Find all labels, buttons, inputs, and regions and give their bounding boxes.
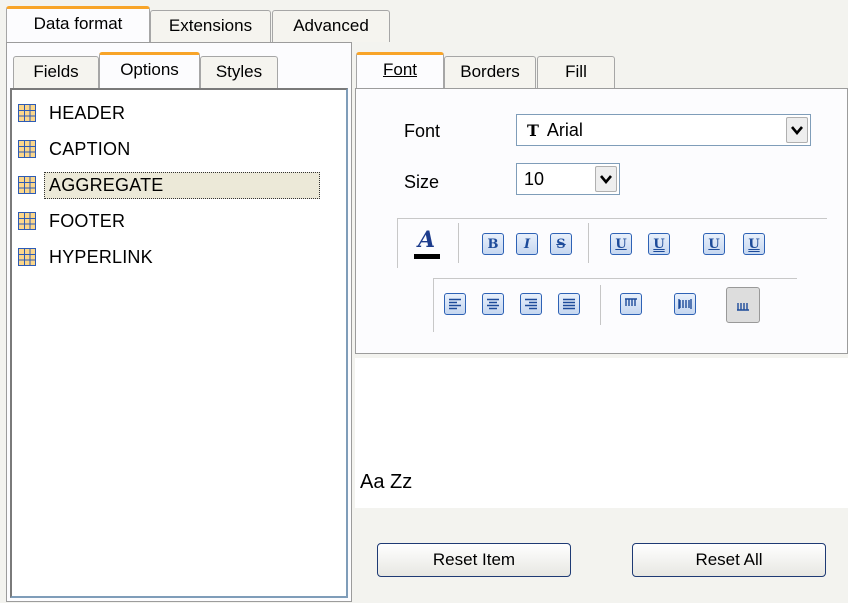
tab-options-label: Options — [120, 60, 179, 79]
align-justify-button[interactable] — [558, 293, 580, 315]
valign-bottom-icon — [737, 303, 749, 311]
style-items-list[interactable]: HEADER CAPTION AGGREGATE FOOTER HYPERLIN… — [10, 88, 348, 598]
table-grid-icon — [18, 212, 36, 230]
chevron-down-icon — [791, 125, 803, 135]
tab-borders[interactable]: Borders — [444, 56, 536, 88]
table-grid-icon — [18, 140, 36, 158]
tab-font-label: Font — [382, 60, 418, 79]
font-style-toolbar: A B I S U U U U — [397, 218, 827, 268]
size-combo[interactable]: 10 — [516, 163, 620, 195]
valign-top-button[interactable] — [620, 293, 642, 315]
reset-all-button[interactable]: Reset All — [632, 543, 826, 577]
underline-double-accounting-button[interactable]: U — [743, 233, 765, 255]
size-combo-value: 10 — [524, 168, 545, 189]
valign-center-button[interactable] — [674, 293, 696, 315]
align-justify-icon — [563, 298, 575, 310]
tab-options[interactable]: Options — [99, 52, 200, 88]
font-color-button[interactable]: A — [408, 227, 446, 263]
table-grid-icon — [18, 176, 36, 194]
list-item-label: CAPTION — [49, 138, 131, 159]
bold-button[interactable]: B — [482, 233, 504, 255]
reset-all-label: Reset All — [695, 550, 763, 569]
align-left-icon — [449, 298, 461, 310]
font-dropdown-button[interactable] — [786, 117, 808, 143]
table-grid-icon — [18, 104, 36, 122]
font-combo[interactable]: 𝐓 Arial — [516, 114, 811, 146]
underline-single-button[interactable]: U — [610, 233, 632, 255]
font-color-icon: A — [418, 227, 436, 253]
reset-item-label: Reset Item — [432, 550, 516, 569]
font-preview-text: Aa Zz — [360, 471, 413, 493]
tab-extensions[interactable]: Extensions — [150, 10, 271, 42]
valign-center-icon — [678, 299, 692, 309]
tab-borders-label: Borders — [460, 62, 520, 81]
tab-data-format-label: Data format — [33, 14, 123, 33]
align-center-icon — [487, 298, 499, 310]
tab-fill-label: Fill — [565, 62, 587, 81]
list-item-selected[interactable]: AGGREGATE — [16, 168, 320, 202]
list-item-label: AGGREGATE — [44, 171, 320, 199]
reset-item-button[interactable]: Reset Item — [377, 543, 571, 577]
underline-double-button[interactable]: U — [648, 233, 670, 255]
tab-styles-label: Styles — [215, 62, 263, 81]
chevron-down-icon — [600, 174, 612, 184]
valign-bottom-button[interactable] — [726, 287, 760, 323]
list-item-label: HEADER — [49, 102, 126, 123]
size-dropdown-button[interactable] — [595, 166, 617, 192]
table-grid-icon — [18, 248, 36, 266]
tab-advanced-label: Advanced — [293, 16, 369, 35]
font-label: Font — [404, 121, 441, 141]
list-item[interactable]: FOOTER — [16, 204, 130, 238]
tab-fields-label: Fields — [33, 62, 79, 81]
list-item[interactable]: HYPERLINK — [16, 240, 158, 274]
align-right-icon — [525, 298, 537, 310]
list-item-label: FOOTER — [49, 210, 126, 231]
tab-font[interactable]: Font — [356, 52, 444, 88]
toolbar-separator — [588, 223, 589, 263]
list-item[interactable]: HEADER — [16, 96, 130, 130]
font-preview-area: Aa Zz — [355, 358, 848, 508]
tab-extensions-label: Extensions — [168, 16, 253, 35]
italic-button[interactable]: I — [516, 233, 538, 255]
align-right-button[interactable] — [520, 293, 542, 315]
align-left-button[interactable] — [444, 293, 466, 315]
size-label: Size — [404, 172, 440, 192]
toolbar-separator — [600, 285, 601, 325]
alignment-toolbar — [433, 278, 797, 332]
list-item-label: HYPERLINK — [49, 246, 153, 267]
strikethrough-button[interactable]: S — [550, 233, 572, 255]
truetype-font-icon: 𝐓 — [527, 120, 539, 140]
tab-fill[interactable]: Fill — [537, 56, 615, 88]
tab-advanced[interactable]: Advanced — [272, 10, 390, 42]
toolbar-separator — [458, 223, 459, 263]
underline-single-accounting-button[interactable]: U — [703, 233, 725, 255]
valign-top-icon — [625, 298, 637, 306]
tab-data-format[interactable]: Data format — [6, 6, 150, 42]
list-item[interactable]: CAPTION — [16, 132, 135, 166]
tab-fields[interactable]: Fields — [13, 56, 99, 88]
align-center-button[interactable] — [482, 293, 504, 315]
tab-styles[interactable]: Styles — [200, 56, 278, 88]
font-color-swatch — [414, 254, 440, 259]
font-combo-value: Arial — [546, 119, 583, 140]
